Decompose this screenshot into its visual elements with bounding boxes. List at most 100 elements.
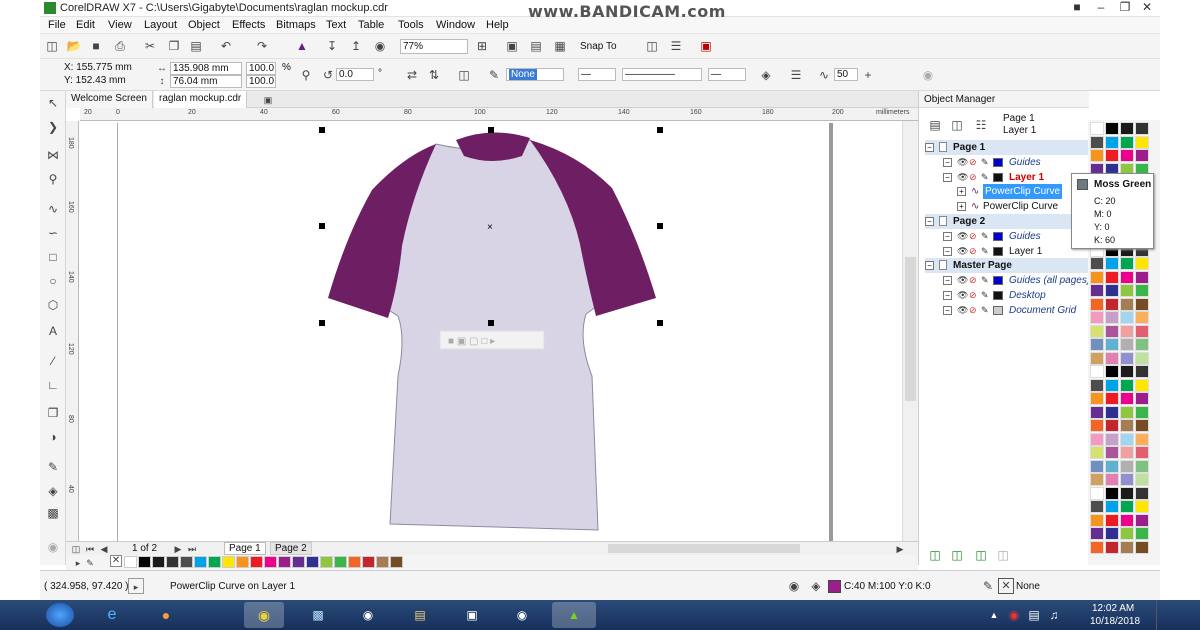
print-toggle-icon[interactable]: ⊘	[969, 303, 977, 318]
menu-file[interactable]: File	[48, 19, 66, 31]
palette-color-swatch[interactable]	[1135, 122, 1149, 135]
layer-color-swatch[interactable]	[993, 157, 1003, 167]
explorer-icon[interactable]: ▤	[412, 607, 428, 623]
color-eyedropper-small-icon[interactable]: ✎	[82, 555, 98, 571]
menu-bitmaps[interactable]: Bitmaps	[276, 19, 316, 31]
menu-window[interactable]: Window	[436, 19, 475, 31]
edit-toggle-icon[interactable]: ✎	[981, 303, 989, 318]
scale-height-field[interactable]: 100.0	[246, 75, 276, 88]
eye-icon[interactable]: 👁	[957, 288, 968, 303]
palette-color-swatch[interactable]	[1120, 473, 1134, 486]
palette-color-swatch[interactable]	[1105, 527, 1119, 540]
paste-icon[interactable]: ▤	[188, 38, 204, 54]
palette-color-swatch[interactable]	[1120, 392, 1134, 405]
palette-color-swatch[interactable]	[1090, 257, 1104, 270]
eye-icon[interactable]: 👁	[957, 229, 968, 244]
palette-color-swatch[interactable]	[1120, 446, 1134, 459]
palette-color-swatch[interactable]	[1120, 432, 1134, 446]
palette-color-swatch[interactable]	[1120, 486, 1134, 500]
tab-welcome-screen[interactable]: Welcome Screen	[66, 91, 153, 108]
palette-color-swatch[interactable]	[1120, 378, 1134, 392]
print-toggle-icon[interactable]: ⊘	[969, 244, 977, 259]
panel-float-icon[interactable]	[1119, 91, 1135, 107]
document-color-swatch[interactable]	[348, 556, 361, 568]
edit-toggle-icon[interactable]: ✎	[981, 155, 989, 170]
window-app-icon[interactable]: ▣	[464, 607, 480, 623]
document-color-swatch[interactable]	[278, 556, 291, 568]
zoom-level-field[interactable]: 77%	[400, 39, 468, 54]
palette-color-swatch[interactable]	[1120, 122, 1134, 135]
expand-toggle-icon[interactable]: −	[943, 305, 952, 315]
palette-color-swatch[interactable]	[1105, 149, 1119, 162]
new-icon[interactable]: ◫	[44, 38, 60, 54]
layer-color-swatch[interactable]	[993, 291, 1003, 300]
y-position-field[interactable]: Y: 152.43 mm	[64, 75, 126, 86]
palette-color-swatch[interactable]	[1120, 540, 1134, 554]
palette-color-swatch[interactable]	[1090, 419, 1104, 432]
zoom-tool-icon[interactable]: ⚲	[45, 171, 61, 187]
palette-color-swatch[interactable]	[1120, 257, 1134, 270]
wrap-text-icon[interactable]: ◈	[758, 67, 774, 83]
palette-color-swatch[interactable]	[1105, 122, 1119, 135]
no-outline-icon[interactable]: ✕	[998, 578, 1014, 594]
print-toggle-icon[interactable]: ⊘	[969, 155, 977, 170]
palette-color-swatch[interactable]	[1135, 419, 1149, 432]
palette-color-swatch[interactable]	[1135, 446, 1149, 459]
restore-icon[interactable]: ❐	[1114, 0, 1136, 16]
om-page-row[interactable]: − Page 1	[925, 140, 1089, 155]
palette-color-swatch[interactable]	[1135, 270, 1149, 284]
layer-color-swatch[interactable]	[993, 305, 1003, 315]
text-tool-icon[interactable]: A	[45, 323, 61, 339]
palette-color-swatch[interactable]	[1135, 486, 1149, 500]
cut-icon[interactable]: ✂	[142, 38, 158, 54]
palette-color-swatch[interactable]	[1135, 540, 1149, 554]
palette-color-swatch[interactable]	[1120, 365, 1134, 378]
palette-color-swatch[interactable]	[1105, 351, 1119, 365]
menu-text[interactable]: Text	[326, 19, 346, 31]
palette-color-swatch[interactable]	[1090, 338, 1104, 351]
palette-color-swatch[interactable]	[1120, 419, 1134, 432]
om-layer-row[interactable]: − 👁 ⊘ ✎ Guides	[925, 155, 1089, 170]
palette-color-swatch[interactable]	[1090, 324, 1104, 338]
import-icon[interactable]: ↧	[324, 38, 340, 54]
document-color-swatch[interactable]	[124, 556, 137, 568]
fill-color-swatch[interactable]	[828, 580, 841, 593]
palette-color-swatch[interactable]	[1090, 486, 1104, 500]
start-arrow-dropdown[interactable]: —	[578, 68, 616, 81]
om-page-row[interactable]: − Master Page	[925, 258, 1089, 274]
close-icon[interactable]: ✕	[1136, 0, 1158, 16]
quick-customize-icon[interactable]: ◉	[920, 67, 936, 83]
menu-table[interactable]: Table	[358, 19, 384, 31]
document-color-swatch[interactable]	[250, 556, 263, 568]
full-screen-icon[interactable]: ▣	[504, 38, 520, 54]
expand-toggle-icon[interactable]: −	[925, 217, 934, 226]
eye-icon[interactable]: 👁	[957, 244, 968, 259]
palette-color-swatch[interactable]	[1105, 500, 1119, 513]
redo-icon[interactable]: ↷	[254, 38, 270, 54]
add-node-icon[interactable]: +	[860, 67, 876, 83]
rulers-icon[interactable]: ▤	[528, 38, 544, 54]
palette-color-swatch[interactable]	[1135, 149, 1149, 162]
om-layer-row[interactable]: − 👁 ⊘ ✎ Guides	[925, 229, 1089, 244]
document-color-swatch[interactable]	[138, 556, 151, 568]
expand-toggle-icon[interactable]: −	[943, 172, 952, 182]
palette-color-swatch[interactable]	[1105, 297, 1119, 311]
palette-color-swatch[interactable]	[1090, 473, 1104, 486]
lock-ratio-icon[interactable]: ⚲	[298, 67, 314, 83]
palette-color-swatch[interactable]	[1135, 527, 1149, 540]
palette-color-swatch[interactable]	[1105, 432, 1119, 446]
palette-color-swatch[interactable]	[1120, 135, 1134, 149]
palette-color-swatch[interactable]	[1105, 284, 1119, 297]
firefox-icon[interactable]: ●	[158, 607, 174, 623]
om-object-row[interactable]: + ∿ PowerClip Curve	[925, 184, 1089, 200]
expand-toggle-icon[interactable]: −	[925, 143, 934, 152]
copy-icon[interactable]: ❐	[166, 38, 182, 54]
print-toggle-icon[interactable]: ⊘	[969, 288, 977, 303]
toolbox-customize-icon[interactable]: ◉	[45, 539, 61, 555]
crop-tool-icon[interactable]: ⋈	[45, 147, 61, 163]
palette-color-swatch[interactable]	[1105, 540, 1119, 554]
pick-tool-icon[interactable]: ↖	[45, 95, 61, 111]
expand-toggle-icon[interactable]: +	[957, 187, 966, 197]
document-color-swatch[interactable]	[264, 556, 277, 568]
palette-color-swatch[interactable]	[1135, 432, 1149, 446]
